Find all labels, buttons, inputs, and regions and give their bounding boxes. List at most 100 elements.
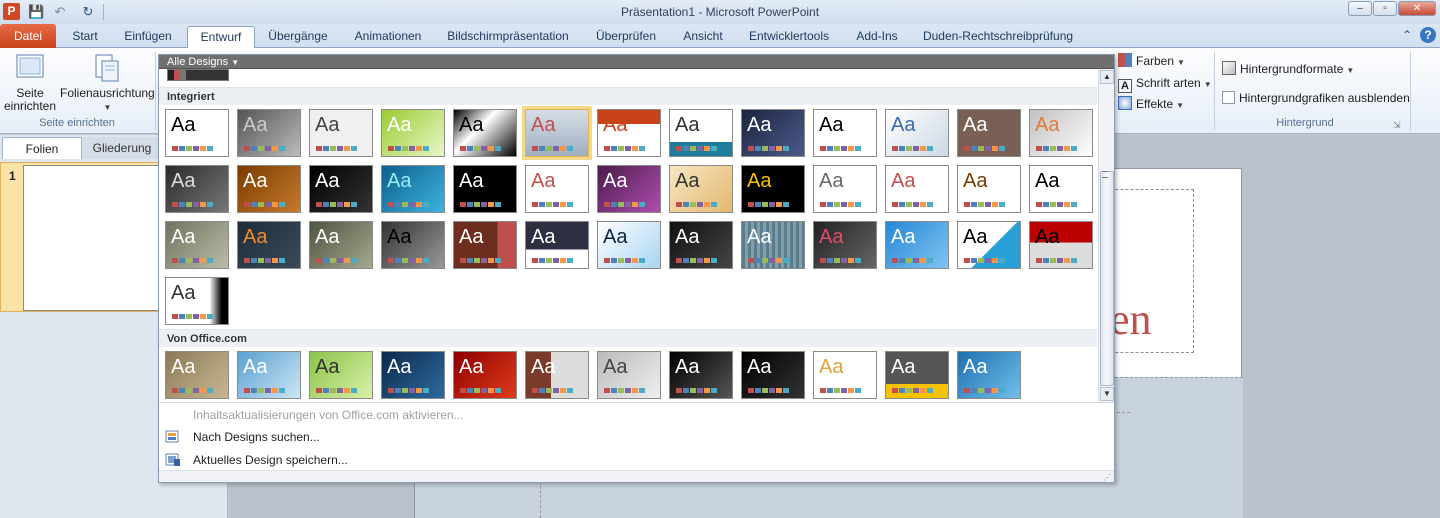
theme-thumbnail[interactable]: Aa [813,351,877,399]
theme-thumbnail[interactable]: Aa [741,221,805,269]
theme-thumbnail[interactable]: Aa [309,221,373,269]
theme-thumbnail[interactable]: Aa [309,109,373,157]
theme-thumbnail[interactable]: Aa [669,109,733,157]
menu-item-browse-designs[interactable]: Nach Designs suchen... [193,427,320,447]
theme-thumbnail[interactable]: Aa [885,165,949,213]
theme-thumbnail[interactable]: Aa [957,109,1021,157]
theme-thumbnail[interactable]: Aa [381,351,445,399]
colors-button[interactable]: Farben ▼ [1118,52,1185,70]
theme-thumbnail[interactable]: Aa [885,221,949,269]
theme-thumbnail[interactable]: Aa [309,351,373,399]
theme-thumbnail[interactable]: Aa [453,351,517,399]
tab-ueberpruefen[interactable]: Überprüfen [588,26,664,48]
theme-thumbnail[interactable]: Aa [237,351,301,399]
theme-color-swatches [676,146,720,151]
theme-thumbnail[interactable]: Aa [597,109,661,157]
tab-datei[interactable]: Datei [0,24,56,48]
color-swatch [618,388,624,393]
theme-thumbnail[interactable]: Aa [165,165,229,213]
theme-thumbnail[interactable]: Aa [669,351,733,399]
theme-thumbnail[interactable]: Aa [597,165,661,213]
theme-thumbnail[interactable]: Aa [165,109,229,157]
tab-start[interactable]: Start [60,26,110,48]
theme-thumbnail[interactable]: Aa [669,165,733,213]
theme-thumbnail[interactable]: Aa [885,351,949,399]
theme-thumbnail[interactable]: Aa [813,221,877,269]
help-icon[interactable]: ? [1420,27,1436,43]
tab-ansicht[interactable]: Ansicht [676,26,730,48]
tab-entwurf[interactable]: Entwurf [187,26,255,49]
theme-thumbnail[interactable]: Aa [957,351,1021,399]
theme-thumbnail[interactable]: Aa [237,165,301,213]
theme-thumbnail[interactable]: Aa [1029,165,1093,213]
theme-thumbnail[interactable]: Aa [381,165,445,213]
theme-thumbnail[interactable]: Aa [237,221,301,269]
slide-orientation-button[interactable]: Folienausrichtung ▼ [60,53,155,114]
tab-uebergaenge[interactable]: Übergänge [262,26,334,48]
ribbon-minimize-icon[interactable]: ⌃ [1402,28,1412,42]
theme-thumbnail[interactable]: Aa [957,165,1021,213]
tab-einfuegen[interactable]: Einfügen [116,26,180,48]
theme-thumbnail[interactable]: Aa [453,221,517,269]
theme-thumbnail[interactable]: Aa [522,106,592,160]
slide-thumbnail-item[interactable]: 1 [0,162,170,312]
theme-thumbnail[interactable]: Aa [1029,109,1093,157]
page-setup-button[interactable]: Seite einrichten [2,53,58,113]
close-icon[interactable]: ✕ [1398,1,1436,16]
partial-theme-thumbnail[interactable] [167,69,229,81]
theme-thumbnail[interactable]: Aa [453,109,517,157]
tab-folien[interactable]: Folien [2,137,82,159]
theme-thumbnail[interactable]: Aa [1029,221,1093,269]
theme-thumbnail[interactable]: Aa [237,109,301,157]
theme-thumbnail[interactable]: Aa [165,221,229,269]
tab-add-ins[interactable]: Add-Ins [850,26,904,48]
scroll-up-icon[interactable]: ▲ [1100,70,1114,84]
tab-entwicklertools[interactable]: Entwicklertools [742,26,836,48]
menu-item-save-design[interactable]: Aktuelles Design speichern... [193,450,348,470]
maximize-icon[interactable]: ▫ [1373,1,1397,16]
theme-sample-text: Aa [243,170,268,192]
theme-thumbnail[interactable]: Aa [381,221,445,269]
tab-duden-rechtschreibpruefung[interactable]: Duden-Rechtschreibprüfung [920,26,1076,48]
color-swatch [927,388,933,393]
scroll-down-icon[interactable]: ▼ [1100,387,1114,401]
hide-background-graphics-checkbox[interactable]: Hintergrundgrafiken ausblenden [1222,89,1410,107]
theme-thumbnail[interactable]: Aa [525,351,589,399]
dialog-launcher-icon[interactable]: ⇲ [1393,120,1401,131]
theme-thumbnail[interactable]: Aa [885,109,949,157]
theme-thumbnail[interactable]: Aa [813,165,877,213]
tab-gliederung[interactable]: Gliederung [82,137,162,159]
background-formats-button[interactable]: Hintergrundformate ▼ [1222,60,1354,78]
tab-animationen[interactable]: Animationen [345,26,431,48]
theme-thumbnail[interactable]: Aa [165,277,229,325]
theme-thumbnail[interactable]: Aa [741,109,805,157]
color-swatch [539,388,545,393]
theme-thumbnail[interactable]: Aa [165,351,229,399]
color-swatch [711,388,717,393]
theme-thumbnail[interactable]: Aa [525,165,589,213]
gallery-header[interactable]: Alle Designs ▼ [159,55,1114,69]
chevron-down-icon: ▼ [231,58,240,67]
color-swatch [748,258,754,263]
slide-thumbnail[interactable] [23,165,169,311]
theme-thumbnail[interactable]: Aa [597,221,661,269]
effects-button[interactable]: Effekte ▼ [1118,95,1184,113]
theme-thumbnail[interactable]: Aa [741,351,805,399]
tab-bildschirmpraesentation[interactable]: Bildschirmpräsentation [440,26,576,48]
fonts-button[interactable]: A Schrift arten ▼ [1118,74,1212,93]
gallery-scrollbar[interactable]: ▲ ▼ [1098,69,1114,402]
theme-thumbnail[interactable]: Aa [597,351,661,399]
gallery-resize-bar[interactable]: ⋰ [159,470,1114,482]
theme-thumbnail[interactable]: Aa [957,221,1021,269]
scrollbar-thumb[interactable] [1100,171,1114,386]
theme-thumbnail[interactable]: Aa [525,221,589,269]
theme-thumbnail[interactable]: Aa [381,109,445,157]
color-swatch [567,388,573,393]
theme-thumbnail[interactable]: Aa [741,165,805,213]
theme-thumbnail[interactable]: Aa [669,221,733,269]
effects-icon [1118,96,1132,110]
theme-thumbnail[interactable]: Aa [813,109,877,157]
theme-thumbnail[interactable]: Aa [309,165,373,213]
theme-thumbnail[interactable]: Aa [453,165,517,213]
minimize-icon[interactable]: – [1348,1,1372,16]
